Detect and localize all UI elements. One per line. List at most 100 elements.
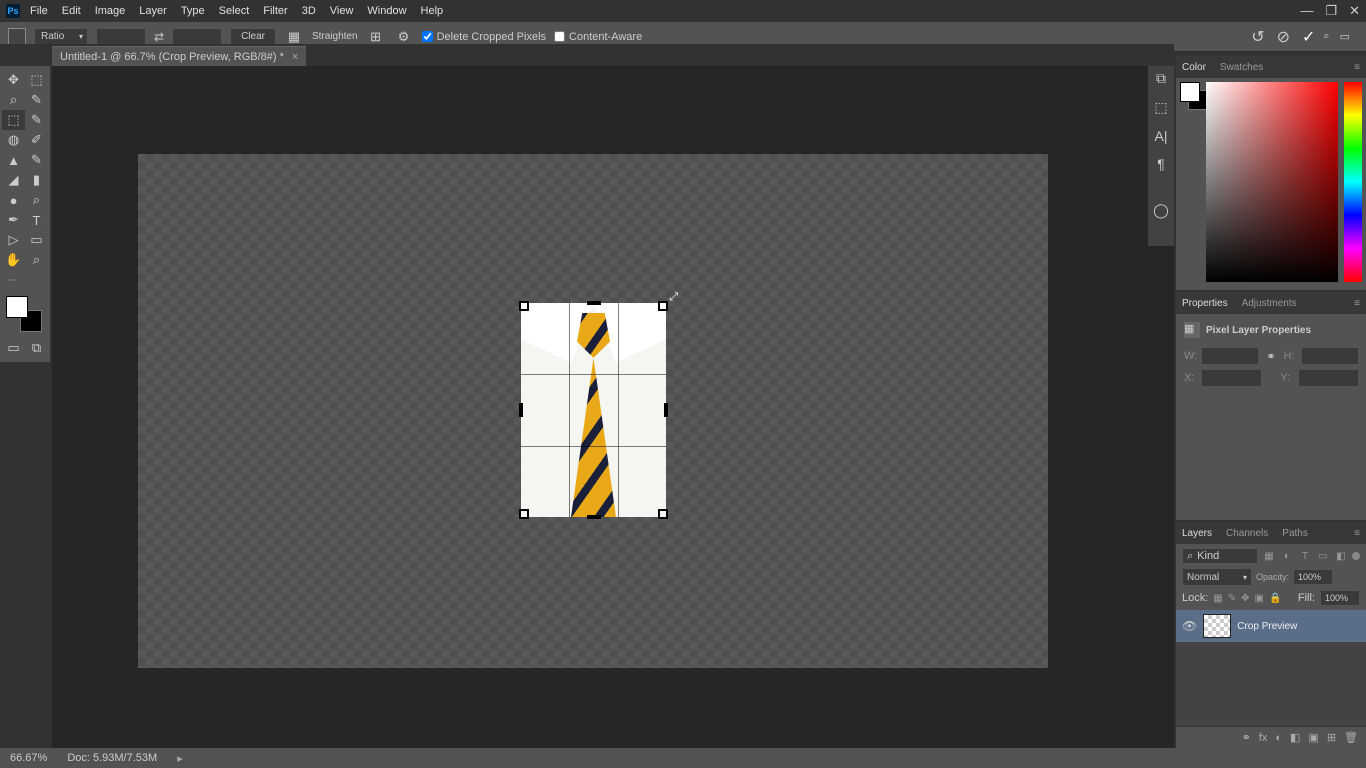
layer-item[interactable]: 👁 Crop Preview — [1176, 610, 1366, 642]
lock-position-icon[interactable]: ✥ — [1241, 593, 1249, 604]
document-tab[interactable]: Untitled-1 @ 66.7% (Crop Preview, RGB/8#… — [52, 46, 306, 66]
doc-size[interactable]: Doc: 5.93M/7.53M — [67, 752, 157, 764]
ratio-dropdown[interactable]: Ratio — [34, 28, 88, 46]
filter-pixel-icon[interactable]: ▦ — [1262, 549, 1276, 563]
crop-handle-right[interactable] — [664, 403, 668, 417]
tab-adjustments[interactable]: Adjustments — [1242, 298, 1297, 309]
color-fg-swatch[interactable] — [1180, 82, 1200, 102]
zoom-level[interactable]: 66.67% — [10, 752, 47, 764]
lock-all-icon[interactable]: 🔒 — [1269, 593, 1281, 604]
zoom-tool[interactable]: ⌕ — [25, 250, 48, 270]
crop-handle-top-right[interactable] — [658, 301, 668, 311]
opacity-input[interactable]: 100% — [1293, 569, 1333, 585]
lasso-tool[interactable]: ⌕ — [2, 90, 25, 110]
tab-channels[interactable]: Channels — [1226, 528, 1268, 539]
menu-window[interactable]: Window — [367, 5, 406, 17]
marquee-tool[interactable]: ⬚ — [25, 70, 48, 90]
color-saturation-field[interactable] — [1206, 82, 1338, 282]
eyedropper-tool[interactable]: ✎ — [25, 110, 48, 130]
close-button[interactable]: ✕ — [1349, 3, 1360, 19]
crop-handle-bottom-left[interactable] — [519, 509, 529, 519]
layer-mask-icon[interactable]: ◐ — [1275, 732, 1282, 744]
menu-3d[interactable]: 3D — [302, 5, 316, 17]
crop-handle-left[interactable] — [519, 403, 523, 417]
delete-cropped-input[interactable] — [422, 31, 433, 42]
tab-layers[interactable]: Layers — [1182, 528, 1212, 539]
crop-tool[interactable]: ⬚ — [2, 110, 25, 130]
tab-swatches[interactable]: Swatches — [1220, 62, 1263, 73]
layer-group-icon[interactable]: ▣ — [1308, 731, 1318, 744]
hand-tool[interactable]: ✋ — [2, 250, 25, 270]
screen-mode-icon[interactable]: ⧉ — [25, 338, 48, 358]
gradient-tool[interactable]: ▮ — [25, 170, 48, 190]
clear-button[interactable]: Clear — [230, 28, 276, 45]
crop-handle-bottom[interactable] — [587, 515, 601, 519]
fill-input[interactable]: 100% — [1320, 590, 1360, 606]
layer-thumbnail[interactable] — [1203, 614, 1231, 638]
menu-select[interactable]: Select — [219, 5, 250, 17]
properties-panel-menu-icon[interactable]: ≡ — [1354, 298, 1360, 309]
new-layer-icon[interactable]: ⊞ — [1327, 731, 1336, 744]
dock-brushes-icon[interactable]: ⬚ — [1154, 99, 1167, 116]
delete-cropped-checkbox[interactable]: Delete Cropped Pixels — [422, 31, 546, 43]
content-aware-input[interactable] — [554, 31, 565, 42]
crop-handle-bottom-right[interactable] — [658, 509, 668, 519]
foreground-color[interactable] — [6, 296, 28, 318]
edit-toolbar[interactable]: ⋯ — [2, 270, 25, 290]
straighten-label[interactable]: Straighten — [312, 31, 358, 42]
crop-selection[interactable]: ⤢ — [521, 303, 666, 517]
cancel-crop-icon[interactable]: ⊘ — [1277, 27, 1290, 47]
color-preview-swatches[interactable] — [1180, 82, 1208, 110]
delete-layer-icon[interactable]: 🗑 — [1344, 731, 1358, 744]
eraser-tool[interactable]: ◢ — [2, 170, 25, 190]
brush-tool[interactable]: ✐ — [25, 130, 48, 150]
layer-fx-icon[interactable]: fx — [1259, 732, 1268, 744]
quick-select-tool[interactable]: ✎ — [25, 90, 48, 110]
crop-height-input[interactable] — [172, 28, 222, 46]
crop-handle-top-left[interactable] — [519, 301, 529, 311]
tab-paths[interactable]: Paths — [1282, 528, 1308, 539]
quick-mask-icon[interactable]: ▭ — [2, 338, 25, 358]
crop-width-input[interactable] — [96, 28, 146, 46]
dock-libraries-icon[interactable]: ◯ — [1153, 202, 1169, 219]
filter-shape-icon[interactable]: ▭ — [1316, 549, 1330, 563]
search-icon[interactable]: ⌕ — [1323, 30, 1329, 43]
commit-crop-icon[interactable]: ✓ — [1302, 27, 1315, 47]
type-tool[interactable]: T — [25, 210, 48, 230]
shape-tool[interactable]: ▭ — [25, 230, 48, 250]
path-select-tool[interactable]: ▷ — [2, 230, 25, 250]
dock-paragraph-icon[interactable]: ¶ — [1157, 156, 1165, 172]
menu-image[interactable]: Image — [95, 5, 126, 17]
filter-type-icon[interactable]: T — [1298, 549, 1312, 563]
adjustment-layer-icon[interactable]: ◧ — [1290, 731, 1300, 744]
color-hue-strip[interactable] — [1344, 82, 1362, 282]
clone-tool[interactable]: ▲ — [2, 150, 25, 170]
healing-tool[interactable]: ◍ — [2, 130, 25, 150]
menu-help[interactable]: Help — [421, 5, 444, 17]
menu-type[interactable]: Type — [181, 5, 205, 17]
status-flyout-icon[interactable]: ▸ — [177, 752, 183, 765]
prop-y-input[interactable] — [1299, 370, 1358, 386]
foreground-background-colors[interactable] — [6, 296, 42, 332]
history-brush-tool[interactable]: ✎ — [25, 150, 48, 170]
dock-history-icon[interactable]: ⧉ — [1156, 70, 1166, 87]
dodge-tool[interactable]: ⌕ — [25, 190, 48, 210]
menu-filter[interactable]: Filter — [263, 5, 287, 17]
link-layers-icon[interactable]: ⚭ — [1242, 731, 1251, 744]
crop-tool-icon[interactable] — [8, 28, 26, 46]
dock-character-icon[interactable]: A| — [1155, 128, 1168, 144]
filter-smart-icon[interactable]: ◧ — [1334, 549, 1348, 563]
filter-toggle-icon[interactable] — [1352, 552, 1360, 560]
link-dimensions-icon[interactable]: ⚭ — [1262, 350, 1279, 363]
tab-properties[interactable]: Properties — [1182, 298, 1228, 309]
blend-mode-dropdown[interactable]: Normal — [1182, 568, 1252, 586]
workspace-icon[interactable]: ▭ — [1340, 30, 1350, 43]
content-aware-checkbox[interactable]: Content-Aware — [554, 31, 642, 43]
crop-handle-top[interactable] — [587, 301, 601, 305]
lock-transparency-icon[interactable]: ▦ — [1213, 593, 1222, 604]
menu-view[interactable]: View — [330, 5, 354, 17]
maximize-button[interactable]: ❐ — [1325, 3, 1337, 19]
minimize-button[interactable]: — — [1300, 3, 1313, 19]
prop-x-input[interactable] — [1202, 370, 1261, 386]
layer-visibility-icon[interactable]: 👁 — [1182, 619, 1197, 633]
